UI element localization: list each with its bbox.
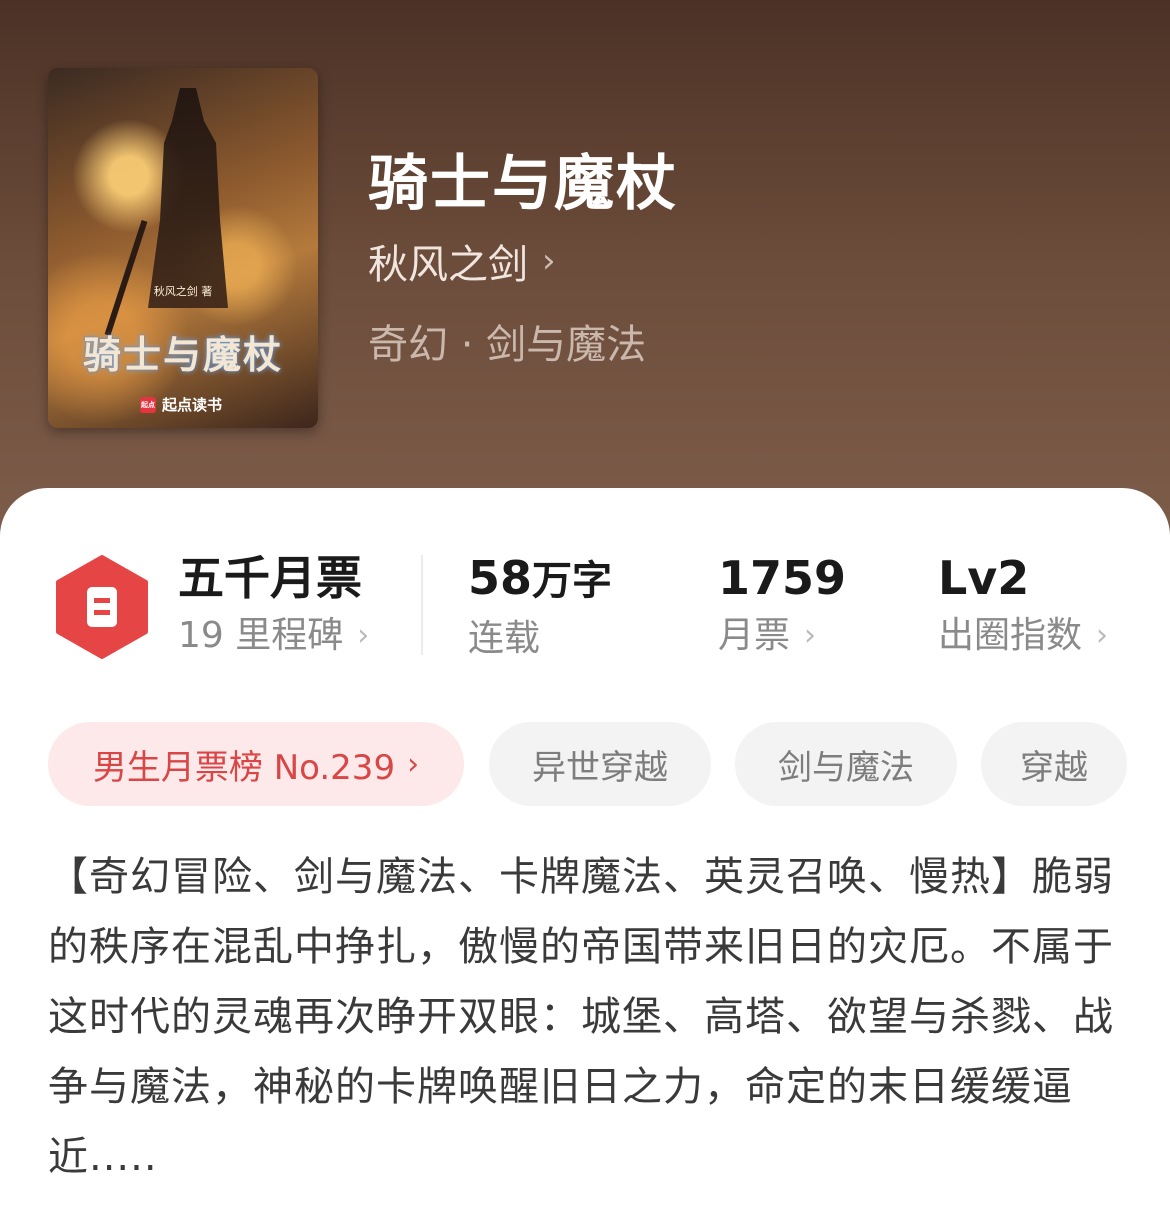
monthly-ticket-label: 月票 [718, 615, 791, 656]
monthly-ticket-value: 1759 [718, 551, 847, 605]
milestone-stat[interactable]: 五千月票 19 里程碑 › [178, 552, 369, 656]
stats-divider [421, 555, 423, 655]
cover-brand: 起点 起点读书 [140, 394, 222, 415]
brand-logo-icon: 起点 [140, 396, 156, 413]
tag-label: 异世穿越 [532, 747, 668, 788]
rank-tag[interactable]: 男生月票榜 No.239 › [48, 722, 464, 806]
word-count-unit: 万字 [532, 558, 613, 604]
popularity-level: Lv2 [938, 551, 1030, 605]
monthly-ticket-stat[interactable]: 1759 月票 › [718, 552, 846, 656]
cover-sword [104, 220, 148, 336]
tag-label: 剑与魔法 [778, 747, 914, 788]
book-description[interactable]: 【奇幻冒险、剑与魔法、卡牌魔法、英灵召唤、慢热】脆弱的秩序在混乱中挣扎，傲慢的帝… [48, 842, 1128, 1192]
word-count-value: 58 [468, 551, 533, 605]
tag-yishi-chuanyue[interactable]: 异世穿越 [489, 722, 711, 806]
rank-label: 男生月票榜 No.239 [92, 747, 396, 788]
chevron-right-icon: › [357, 618, 370, 653]
chevron-right-icon: › [804, 618, 817, 653]
book-genre: 奇幻 · 剑与魔法 [368, 322, 647, 368]
chevron-right-icon: › [407, 746, 420, 782]
chevron-right-icon: › [542, 241, 556, 281]
tag-chuanyue[interactable]: 穿越 [981, 722, 1127, 806]
word-count-stat: 58万字 连载 [468, 552, 612, 659]
ticket-badge-icon[interactable] [54, 555, 150, 659]
popularity-label: 出圈指数 [938, 615, 1083, 656]
cover-title-text: 骑士与魔杖 [82, 332, 283, 377]
book-title: 骑士与魔杖 [368, 149, 678, 219]
book-cover[interactable]: 秋风之剑 著 骑士与魔杖 起点 起点读书 [48, 68, 318, 428]
milestone-title: 五千月票 [178, 551, 362, 605]
author-name: 秋风之剑 [368, 242, 528, 288]
author-link[interactable]: 秋风之剑 › [368, 232, 556, 290]
serial-status: 连载 [468, 618, 541, 659]
cover-knight-figure [148, 88, 228, 308]
cover-brand-text: 起点读书 [162, 396, 223, 414]
milestone-sub: 19 里程碑 [178, 615, 344, 656]
popularity-index-stat[interactable]: Lv2 出圈指数 › [938, 552, 1108, 656]
cover-author-text: 秋风之剑 著 [153, 285, 213, 298]
tag-label: 穿越 [1020, 747, 1088, 788]
tag-jian-yu-mofa[interactable]: 剑与魔法 [735, 722, 957, 806]
chevron-right-icon: › [1096, 618, 1109, 653]
